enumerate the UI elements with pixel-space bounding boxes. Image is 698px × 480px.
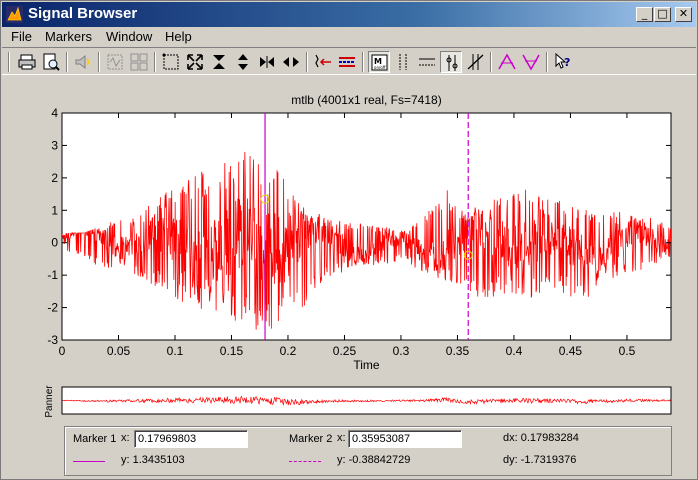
menu-window[interactable]: Window: [106, 29, 152, 44]
title-bar[interactable]: Signal Browser _ □ ✕: [2, 2, 696, 27]
marker2-line-swatch: [289, 461, 321, 462]
x-axis-label: Time: [353, 358, 380, 372]
marker2-x-label: x:: [337, 432, 346, 444]
speaker-icon[interactable]: [72, 51, 94, 73]
slope-markers-icon[interactable]: [464, 51, 486, 73]
toolbar-separator: [546, 52, 548, 72]
toolbar-separator: [490, 52, 492, 72]
toolbar-grip: [8, 52, 10, 72]
zoom-x-icon[interactable]: [208, 51, 230, 73]
full-view-x-icon[interactable]: [256, 51, 278, 73]
toolbar-separator: [362, 52, 364, 72]
signal-browser-window: Signal Browser _ □ ✕ File Markers Window…: [0, 0, 698, 480]
delta-y-value: dy: -1.7319376: [503, 454, 577, 466]
x-tick-label: 0.3: [393, 344, 410, 358]
marker1-x-label: x:: [121, 432, 130, 444]
marker1-label: Marker 1: [73, 433, 117, 445]
panner-icon[interactable]: [336, 51, 358, 73]
toolbar-separator: [66, 52, 68, 72]
signal-plot[interactable]: mtlb (4001x1 real, Fs=7418) 0 0.05 0.1 0.15 0…: [2, 76, 698, 480]
y-tick-label: -3: [47, 333, 58, 347]
x-tick-label: 0.45: [559, 344, 583, 358]
zoom-box-icon[interactable]: [160, 51, 182, 73]
plot-title: mtlb (4001x1 real, Fs=7418): [291, 93, 441, 107]
y-tick-label: 1: [51, 203, 58, 217]
minimize-button[interactable]: _: [636, 7, 653, 22]
menu-help[interactable]: Help: [165, 29, 192, 44]
toolbar-separator: [306, 52, 308, 72]
marker2-x-input[interactable]: 0.35953087: [348, 430, 462, 448]
full-view-y-icon[interactable]: [280, 51, 302, 73]
print-icon[interactable]: [16, 51, 38, 73]
marker1-y-value: y: 1.3435103: [121, 454, 185, 466]
marker1-x-input[interactable]: 0.17969803: [134, 430, 248, 448]
x-tick-label: 0.2: [280, 344, 297, 358]
marker2-y-value: y: -0.38842729: [337, 454, 411, 466]
panner-label: Panner: [44, 385, 55, 418]
x-tick-label: 0.1: [167, 344, 184, 358]
marker1-line-swatch: [73, 461, 105, 462]
toolbar-separator: [154, 52, 156, 72]
set-link-icon[interactable]: [312, 51, 334, 73]
x-tick-label: 0.5: [619, 344, 636, 358]
y-tick-label: 2: [51, 171, 58, 185]
x-tick-label: 0.35: [446, 344, 470, 358]
y-tick-label: 0: [51, 236, 58, 250]
toolbar-separator: [98, 52, 100, 72]
x-tick-label: 0.05: [107, 344, 131, 358]
y-tick-label: -2: [47, 301, 58, 315]
maximize-button[interactable]: □: [654, 7, 671, 22]
menu-bar: File Markers Window Help: [2, 27, 696, 46]
marker-panel: Marker 1 x: 0.17969803 y: 1.3435103 Mark…: [64, 426, 672, 476]
track-markers-icon[interactable]: [440, 51, 462, 73]
x-tick-label: 0: [59, 344, 66, 358]
y-tick-label: 3: [51, 138, 58, 152]
delta-x-value: dx: 0.17983284: [503, 432, 579, 444]
menu-file[interactable]: File: [11, 29, 32, 44]
x-tick-label: 0.25: [333, 344, 357, 358]
toolbar: Mon/off ?: [2, 47, 696, 75]
close-button[interactable]: ✕: [675, 7, 692, 22]
zoom-xy-icon[interactable]: [184, 51, 206, 73]
marker2-label: Marker 2: [289, 433, 333, 445]
y-tick-label: -1: [47, 268, 58, 282]
print-preview-icon[interactable]: [40, 51, 62, 73]
matlab-icon: [6, 6, 23, 23]
plot-area: mtlb (4001x1 real, Fs=7418) 0 0.05 0.1 0.15 0…: [2, 76, 698, 480]
vertical-markers-icon[interactable]: [392, 51, 414, 73]
x-tick-label: 0.4: [506, 344, 523, 358]
axes-box: [61, 112, 672, 341]
menu-markers[interactable]: Markers: [45, 29, 92, 44]
svg-text:?: ?: [564, 56, 570, 69]
y-tick-label: 4: [51, 106, 58, 120]
window-title: Signal Browser: [28, 5, 138, 22]
valley-markers-icon[interactable]: [520, 51, 542, 73]
x-tick-label: 0.15: [220, 344, 244, 358]
peak-markers-icon[interactable]: [496, 51, 518, 73]
markers-toggle-icon[interactable]: Mon/off: [368, 51, 390, 73]
select-signal-icon[interactable]: [104, 51, 126, 73]
zoom-y-icon[interactable]: [232, 51, 254, 73]
horizontal-markers-icon[interactable]: [416, 51, 438, 73]
whats-this-icon[interactable]: ?: [552, 51, 574, 73]
array-signal-icon[interactable]: [128, 51, 150, 73]
svg-text:on/off: on/off: [374, 65, 386, 70]
